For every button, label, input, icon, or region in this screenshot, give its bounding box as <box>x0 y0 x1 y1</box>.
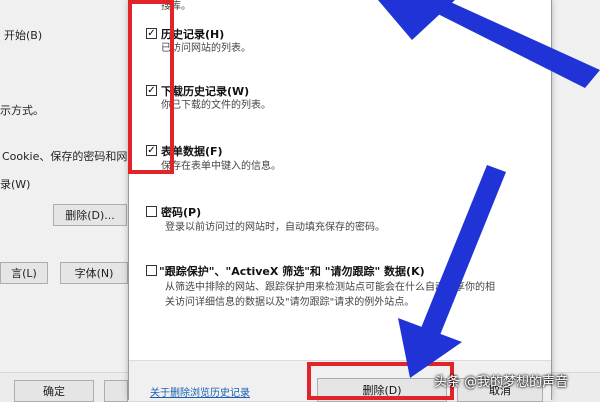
checkbox-highlight-box <box>128 0 174 174</box>
fonts-button[interactable]: 字体(N) <box>60 262 128 284</box>
history-desc: 已访问网站的列表。 <box>161 43 251 54</box>
tracking-data-checkbox[interactable] <box>146 265 157 276</box>
download-history-desc: 你已下载的文件的列表。 <box>161 100 271 111</box>
download-history-title: 下载历史记录(W) <box>161 85 250 98</box>
delete-button-highlight-box <box>307 362 454 400</box>
languages-button[interactable]: 言(L) <box>0 262 48 284</box>
delete-on-exit-label: 录(W) <box>0 178 31 191</box>
delete-browsing-history-dialog: 搜库。 ✓ 历史记录(H) 已访问网站的列表。 ✓ 下载历史记录(W) 你已下载… <box>128 0 552 402</box>
passwords-title: 密码(P) <box>161 206 202 219</box>
tracking-data-title: "跟踪保护"、"ActiveX 筛选"和 "请勿跟踪" 数据(K) <box>159 265 425 278</box>
about-deleting-history-link[interactable]: 关于删除浏览历史记录 <box>150 384 250 399</box>
watermark-text: 头条 @我的梦想的声音 <box>434 375 569 390</box>
cancel-partial-button[interactable] <box>104 380 128 402</box>
form-data-desc: 保存在表单中键入的信息。 <box>161 161 281 172</box>
passwords-desc: 登录以前访问过的网站时，自动填充保存的密码。 <box>165 222 385 233</box>
cookie-desc-label: Cookie、保存的密码和网 <box>2 150 128 163</box>
tracking-data-desc-line1: 从筛选中排除的网站、跟踪保护用来检测站点可能会在什么自动共享你的相 <box>165 282 495 293</box>
passwords-checkbox[interactable] <box>146 206 157 217</box>
ok-button[interactable]: 确定 <box>14 380 94 402</box>
tracking-data-desc-line2: 关访问详细信息的数据以及"请勿跟踪"请求的例外站点。 <box>165 297 415 308</box>
startup-label: 开始(B) <box>4 29 43 42</box>
display-mode-label: 示方式。 <box>0 104 44 117</box>
left-delete-button[interactable]: 删除(D)... <box>53 204 127 226</box>
